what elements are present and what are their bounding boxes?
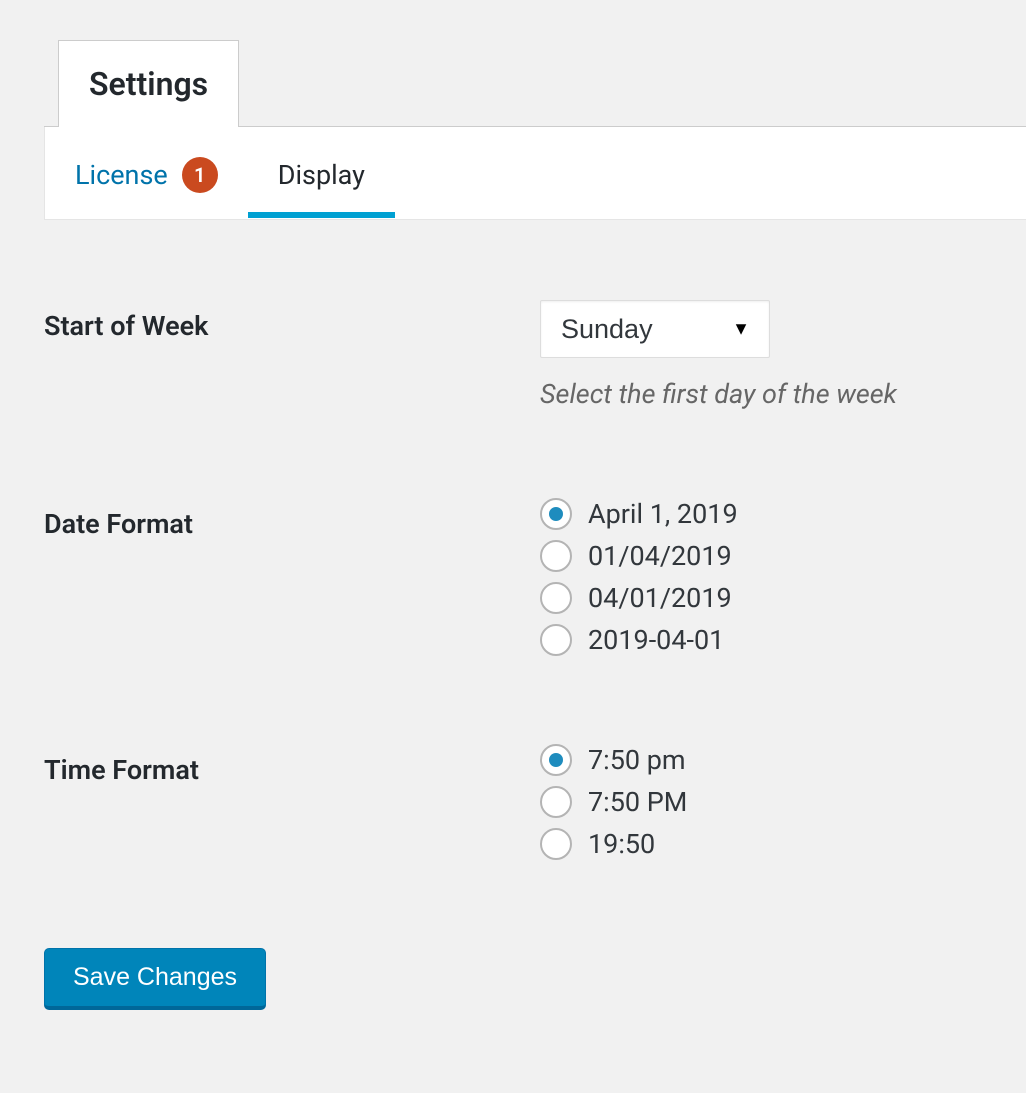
time-format-option-2[interactable]: 19:50 [540, 828, 996, 860]
save-button[interactable]: Save Changes [44, 948, 266, 1009]
settings-form: Start of Week Sunday ▼ Select the first … [44, 220, 1026, 1009]
date-format-option-3-label: 2019-04-01 [588, 624, 724, 656]
time-format-option-0-label: 7:50 pm [588, 744, 686, 776]
radio-icon [540, 582, 572, 614]
row-start-of-week: Start of Week Sunday ▼ Select the first … [44, 300, 996, 410]
time-format-option-2-label: 19:50 [588, 828, 655, 860]
control-date-format: April 1, 2019 01/04/2019 04/01/2019 2019… [540, 498, 996, 656]
radio-icon [540, 624, 572, 656]
start-of-week-help: Select the first day of the week [540, 378, 996, 410]
license-badge: 1 [182, 157, 218, 193]
time-format-option-1[interactable]: 7:50 PM [540, 786, 996, 818]
radio-icon [540, 828, 572, 860]
radio-icon [540, 498, 572, 530]
row-time-format: Time Format 7:50 pm 7:50 PM 19:50 [44, 744, 996, 860]
subtab-license-label: License [75, 159, 168, 191]
time-format-option-1-label: 7:50 PM [588, 786, 687, 818]
time-format-radio-group: 7:50 pm 7:50 PM 19:50 [540, 744, 996, 860]
date-format-option-3[interactable]: 2019-04-01 [540, 624, 996, 656]
subtab-display[interactable]: Display [278, 159, 365, 193]
control-time-format: 7:50 pm 7:50 PM 19:50 [540, 744, 996, 860]
date-format-option-0-label: April 1, 2019 [588, 498, 738, 530]
label-start-of-week: Start of Week [44, 300, 540, 342]
date-format-option-2[interactable]: 04/01/2019 [540, 582, 996, 614]
date-format-option-0[interactable]: April 1, 2019 [540, 498, 996, 530]
radio-icon [540, 540, 572, 572]
date-format-option-1[interactable]: 01/04/2019 [540, 540, 996, 572]
start-of-week-select-wrap: Sunday ▼ [540, 300, 770, 358]
control-start-of-week: Sunday ▼ Select the first day of the wee… [540, 300, 996, 410]
start-of-week-select[interactable]: Sunday [540, 300, 770, 358]
radio-icon [540, 744, 572, 776]
radio-icon [540, 786, 572, 818]
date-format-option-2-label: 04/01/2019 [588, 582, 732, 614]
tab-settings[interactable]: Settings [58, 40, 239, 127]
sub-tabs: License 1 Display [44, 127, 1026, 220]
time-format-option-0[interactable]: 7:50 pm [540, 744, 996, 776]
label-time-format: Time Format [44, 744, 540, 786]
main-tabs: Settings [44, 40, 1026, 127]
subtab-license[interactable]: License 1 [75, 157, 218, 195]
label-date-format: Date Format [44, 498, 540, 540]
row-date-format: Date Format April 1, 2019 01/04/2019 04/… [44, 498, 996, 656]
date-format-radio-group: April 1, 2019 01/04/2019 04/01/2019 2019… [540, 498, 996, 656]
date-format-option-1-label: 01/04/2019 [588, 540, 732, 572]
